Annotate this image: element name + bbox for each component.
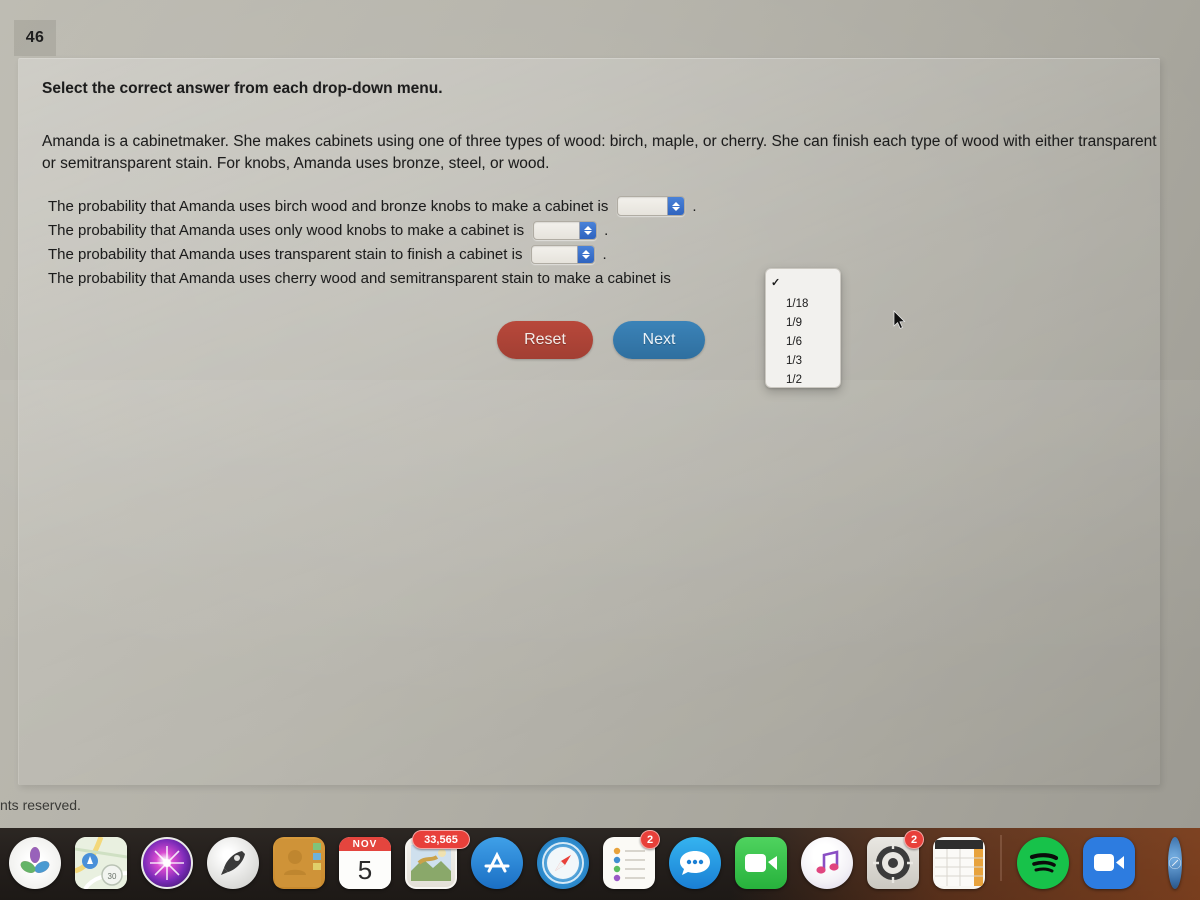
numbers-icon [933,837,985,889]
probability-dropdown-menu[interactable]: 1/18 1/9 1/6 1/3 1/2 [765,268,841,388]
siri-waveform-icon [150,846,184,880]
calendar-day: 5 [339,851,391,889]
chevron-down-icon [672,206,681,211]
statement-period-2: . [604,221,609,239]
dock-item-music[interactable] [794,828,860,898]
spotify-waves-icon [1029,853,1059,873]
dropdown-option-1-18[interactable]: 1/18 [766,294,840,313]
statement-row-4: The probability that Amanda uses cherry … [42,266,1152,290]
zoom-camera-icon [1094,854,1124,871]
launchpad-icon [207,837,259,889]
spotify-icon [1017,837,1069,889]
dock-item-numbers[interactable] [926,828,992,898]
stepper-chevrons-icon-1[interactable] [667,197,685,215]
speech-bubble-icon [680,851,710,875]
statement-text-2: The probability that Amanda uses only wo… [48,221,525,239]
passage-text: Amanda is a cabinetmaker. She makes cabi… [42,133,1157,172]
contacts-book-icon [275,839,321,887]
dock-item-facetime[interactable] [728,828,794,898]
reminders-badge: 2 [640,830,660,849]
dock-item-edge-app[interactable] [1142,828,1182,898]
dock-item-spotify[interactable] [1010,828,1076,898]
music-note-icon [816,850,839,874]
probability-select-2-value [534,222,579,239]
dock-item-contacts[interactable] [266,828,332,898]
question-number: 46 [25,29,45,46]
app-store-icon [471,837,523,889]
dropdown-option-1-6[interactable]: 1/6 [766,332,840,351]
macos-dock[interactable]: 30 NOV 5 33,565 2 2 [0,828,1200,900]
statement-text-3: The probability that Amanda uses transpa… [48,245,523,263]
footer-copyright: nts reserved. [0,797,81,813]
edge-app-glyph-icon [1168,856,1182,870]
next-button[interactable]: Next [613,321,705,359]
dock-item-siri[interactable] [134,828,200,898]
rocket-icon [221,851,245,875]
dock-item-zoom[interactable] [1076,828,1142,898]
browser-page-area: 46 Select the correct answer from each d… [0,0,1200,795]
dock-item-app-store[interactable] [464,828,530,898]
probability-select-1-value [618,197,667,215]
calendar-icon: NOV 5 [339,837,391,889]
chevron-down-icon [582,254,591,259]
dock-item-system-preferences[interactable]: 2 [860,828,926,898]
mail-badge: 33,565 [412,830,470,849]
system-preferences-badge: 2 [904,830,924,849]
dock-item-reminders[interactable]: 2 [596,828,662,898]
edge-app-icon [1168,837,1182,889]
dropdown-option-1-3[interactable]: 1/3 [766,351,840,370]
probability-select-3-value [532,246,577,263]
messages-icon [669,837,721,889]
dropdown-option-1-2[interactable]: 1/2 [766,370,840,389]
probability-select-3[interactable] [531,244,596,264]
zoom-icon [1083,837,1135,889]
chevron-up-icon [582,249,591,254]
music-icon [801,837,853,889]
dock-item-mail[interactable]: 33,565 [398,828,470,898]
chevron-up-icon [584,225,593,230]
dock-separator [1000,835,1002,881]
statement-row-2: The probability that Amanda uses only wo… [42,218,1152,242]
statement-text-4: The probability that Amanda uses cherry … [48,269,671,287]
dropdown-option-blank[interactable] [766,272,840,294]
calendar-month: NOV [339,837,391,852]
maps-icon: 30 [75,837,127,889]
chevron-down-icon [584,230,593,235]
probability-select-2[interactable] [533,220,598,240]
photos-icon [9,837,61,889]
dock-item-messages[interactable] [662,828,728,898]
instruction-text: Select the correct answer from each drop… [42,80,443,97]
svg-text:30: 30 [108,872,117,881]
spreadsheet-icon [935,840,983,886]
safari-icon [537,837,589,889]
dock-item-maps[interactable]: 30 [68,828,134,898]
statement-period-3: . [602,245,607,263]
maps-roads-icon: 30 [75,837,127,889]
stepper-chevrons-icon-3[interactable] [577,245,595,263]
video-camera-icon [745,854,777,872]
statement-row-1: The probability that Amanda uses birch w… [42,194,1152,218]
statements-list: The probability that Amanda uses birch w… [42,194,1152,290]
chevron-up-icon [672,201,681,206]
statement-row-3: The probability that Amanda uses transpa… [42,242,1152,266]
photos-pinwheel-icon [20,847,50,873]
dock-item-calendar[interactable]: NOV 5 [332,828,398,898]
question-number-badge: 46 [14,20,56,56]
statement-text-1: The probability that Amanda uses birch w… [48,197,609,215]
app-store-glyph-icon [484,851,510,873]
dock-item-safari[interactable] [530,828,596,898]
dropdown-option-1-9[interactable]: 1/9 [766,313,840,332]
safari-compass-icon [542,842,584,884]
facetime-icon [735,837,787,889]
stepper-chevrons-icon-2[interactable] [579,221,597,239]
action-buttons: Reset Next [497,321,705,359]
probability-select-1[interactable] [617,196,686,216]
siri-icon [141,837,193,889]
dock-item-photos[interactable] [2,828,68,898]
statement-period-1: . [692,197,697,215]
reset-button[interactable]: Reset [497,321,593,359]
dock-item-launchpad[interactable] [200,828,266,898]
contacts-icon [273,837,325,889]
